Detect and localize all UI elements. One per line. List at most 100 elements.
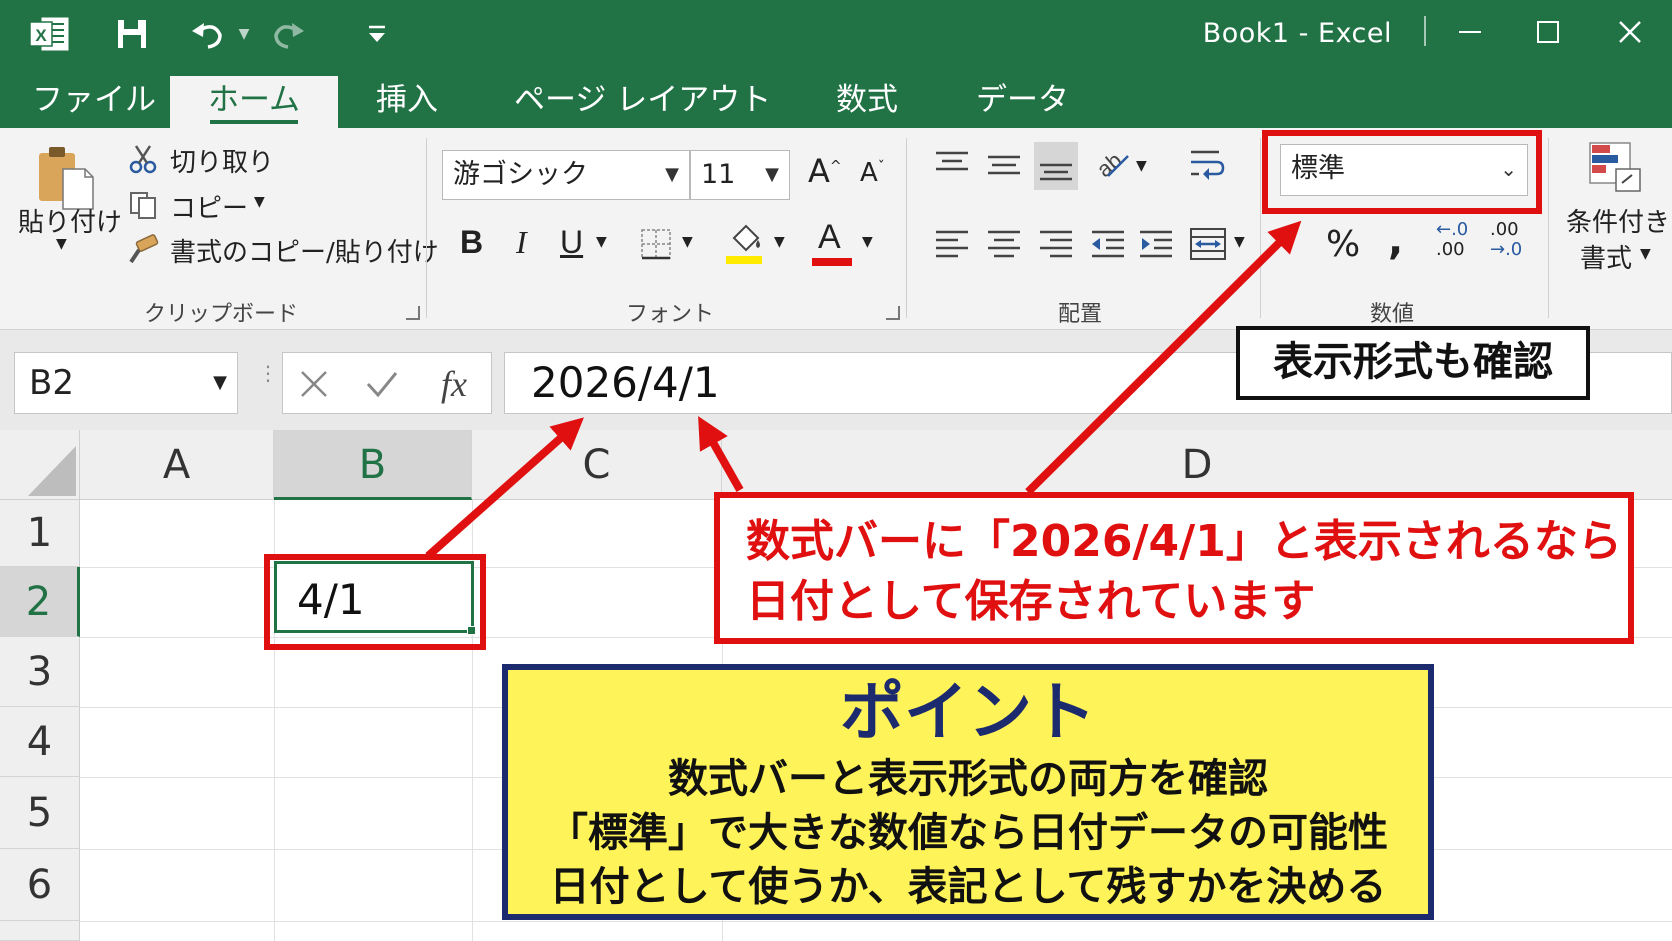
percent-style-button[interactable]: % xyxy=(1326,224,1360,265)
row-header-1[interactable]: 1 xyxy=(0,500,80,567)
paste-button[interactable]: 貼り付け xyxy=(18,202,122,239)
number-group-label: 数値 xyxy=(1370,302,1415,327)
copy-icon xyxy=(126,188,160,222)
close-icon[interactable] xyxy=(1606,10,1654,54)
wrap-text-icon[interactable] xyxy=(1186,144,1230,184)
row-header-6[interactable]: 6 xyxy=(0,849,80,921)
insert-function-button[interactable]: fx xyxy=(429,359,479,409)
decrease-indent-icon[interactable] xyxy=(1086,224,1130,264)
customize-qat-icon[interactable] xyxy=(360,12,394,56)
title-separator xyxy=(1424,16,1426,46)
maximize-icon[interactable] xyxy=(1524,10,1572,54)
text-orientation-icon[interactable]: ab xyxy=(1092,144,1136,184)
align-bottom-icon[interactable] xyxy=(1034,142,1078,190)
point-line-2: 「標準」で大きな数値なら日付データの可能性 xyxy=(548,810,1388,856)
font-size-value: 11 xyxy=(701,159,736,190)
increase-decimal-top: ←.0 xyxy=(1436,219,1469,240)
formula-bar-note-line2: 日付として保存されています xyxy=(746,576,1316,627)
tab-data[interactable]: データ xyxy=(976,76,1069,128)
increase-decimal-bottom: .00 xyxy=(1436,239,1465,260)
tab-home[interactable]: ホーム xyxy=(170,76,338,128)
cancel-icon[interactable] xyxy=(295,365,333,403)
font-color-button[interactable]: A xyxy=(810,218,854,268)
font-size-combo[interactable]: 11 ▼ xyxy=(690,150,790,200)
copy-dropdown-icon[interactable]: ▼ xyxy=(254,194,265,210)
fill-color-dropdown-icon[interactable]: ▼ xyxy=(774,234,785,250)
clipboard-launcher-icon[interactable] xyxy=(406,306,420,320)
borders-icon[interactable] xyxy=(636,224,676,264)
bold-button[interactable]: B xyxy=(460,224,483,261)
decrease-decimal-button[interactable]: .00 →.0 xyxy=(1490,220,1522,260)
conditional-formatting-label-1[interactable]: 条件付き xyxy=(1566,202,1670,239)
group-separator xyxy=(906,138,907,318)
conditional-formatting-icon[interactable] xyxy=(1584,138,1646,196)
fill-color-icon[interactable] xyxy=(722,220,766,268)
name-box[interactable]: B2 ▼ xyxy=(14,352,238,414)
paste-dropdown-icon[interactable]: ▼ xyxy=(56,236,67,252)
tab-formulas[interactable]: 数式 xyxy=(836,76,898,128)
italic-button[interactable]: I xyxy=(516,224,527,261)
align-top-icon[interactable] xyxy=(930,146,974,182)
font-name-combo[interactable]: 游ゴシック ▼ xyxy=(442,150,690,200)
shrink-font-letter: A xyxy=(860,158,878,188)
row-header-7[interactable] xyxy=(0,921,80,941)
merge-dropdown-icon[interactable]: ▼ xyxy=(1234,234,1245,250)
enter-check-icon[interactable] xyxy=(363,365,401,403)
font-size-dropdown-icon: ▼ xyxy=(765,164,779,185)
format-painter-button[interactable]: 書式のコピー/貼り付け xyxy=(170,232,439,269)
format-check-note: 表示形式も確認 xyxy=(1236,326,1590,400)
formula-bar-grip-icon[interactable]: ⋮ xyxy=(258,363,278,383)
orientation-dropdown-icon[interactable]: ▼ xyxy=(1136,158,1147,174)
formula-buttons: fx xyxy=(282,352,492,414)
row-header-5[interactable]: 5 xyxy=(0,777,80,849)
group-separator xyxy=(426,138,427,318)
conditional-formatting-label-2[interactable]: 書式 xyxy=(1580,238,1632,275)
point-title: ポイント xyxy=(840,676,1096,750)
font-color-swatch xyxy=(812,258,852,266)
increase-indent-icon[interactable] xyxy=(1134,224,1178,264)
comma-style-button[interactable]: , xyxy=(1388,218,1403,264)
column-header-a[interactable]: A xyxy=(80,430,274,500)
align-center-icon[interactable] xyxy=(982,224,1026,264)
copy-button[interactable]: コピー xyxy=(170,188,248,225)
increase-decimal-button[interactable]: ←.0 .00 xyxy=(1436,220,1468,260)
merge-center-icon[interactable] xyxy=(1186,224,1230,264)
tab-home-label: ホーム xyxy=(207,82,301,118)
row-header-2[interactable]: 2 xyxy=(0,567,80,637)
column-header-d[interactable]: D xyxy=(722,430,1672,500)
shrink-font-button[interactable]: Aˇ xyxy=(860,158,885,188)
font-launcher-icon[interactable] xyxy=(886,306,900,320)
svg-text:ab: ab xyxy=(1094,147,1127,182)
conditional-formatting-dropdown-icon[interactable]: ▼ xyxy=(1640,246,1651,262)
svg-text:X: X xyxy=(35,26,47,45)
underline-dropdown-icon[interactable]: ▼ xyxy=(596,234,607,250)
align-right-icon[interactable] xyxy=(1034,224,1078,264)
format-painter-icon xyxy=(126,232,160,266)
caret-up-icon: ^ xyxy=(829,158,842,175)
save-icon[interactable] xyxy=(112,12,152,56)
tab-insert[interactable]: 挿入 xyxy=(376,76,438,128)
name-box-dropdown-icon[interactable]: ▼ xyxy=(213,353,227,413)
align-middle-icon[interactable] xyxy=(982,146,1026,182)
undo-dropdown-icon[interactable]: ▼ xyxy=(234,12,254,56)
tab-page-layout[interactable]: ページ レイアウト xyxy=(514,76,771,128)
decrease-decimal-bottom: →.0 xyxy=(1490,239,1523,260)
name-box-value: B2 xyxy=(29,363,74,403)
row-header-4[interactable]: 4 xyxy=(0,707,80,777)
redo-icon[interactable] xyxy=(266,12,310,56)
tab-file[interactable]: ファイル xyxy=(32,76,156,128)
grow-font-button[interactable]: A^ xyxy=(808,152,842,190)
title-bar: X ▼ Book1 - Excel xyxy=(0,0,1672,68)
borders-dropdown-icon[interactable]: ▼ xyxy=(682,234,693,250)
minimize-icon[interactable] xyxy=(1446,10,1494,54)
select-all-button[interactable] xyxy=(0,430,80,500)
undo-icon[interactable] xyxy=(186,12,230,56)
underline-button[interactable]: U xyxy=(560,224,583,261)
font-color-dropdown-icon[interactable]: ▼ xyxy=(862,234,873,250)
row-header-3[interactable]: 3 xyxy=(0,637,80,707)
cut-button[interactable]: 切り取り xyxy=(170,142,274,179)
column-header-c[interactable]: C xyxy=(472,430,722,500)
align-left-icon[interactable] xyxy=(930,224,974,264)
column-header-b[interactable]: B xyxy=(274,430,472,500)
formula-bar-note-line1: 数式バーに「2026/4/1」と表示されるなら xyxy=(746,516,1622,567)
